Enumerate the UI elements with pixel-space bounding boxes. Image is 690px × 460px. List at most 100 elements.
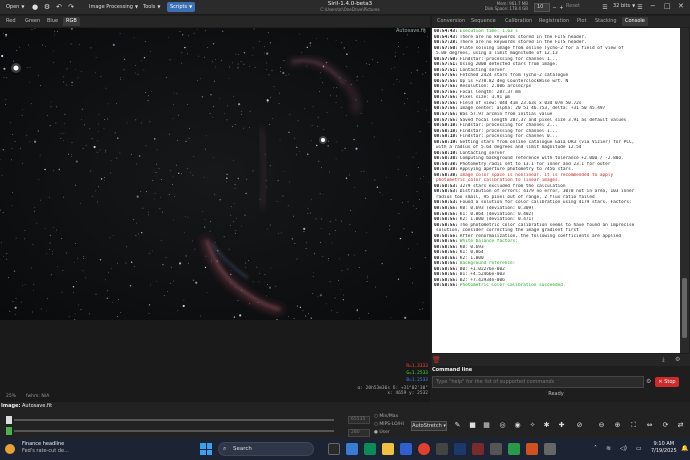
- tab-rgb[interactable]: RGB: [63, 17, 80, 26]
- notification-icon[interactable]: 🔔: [681, 445, 688, 452]
- tab-plot[interactable]: Plot: [574, 17, 589, 26]
- download-icon[interactable]: ⤓: [662, 356, 665, 364]
- wifi-icon[interactable]: ≋: [606, 445, 611, 452]
- minus-icon[interactable]: −: [551, 3, 558, 12]
- radio-mips[interactable]: ○ MIPS-LO/HI: [374, 422, 404, 427]
- app-icon-7[interactable]: [526, 443, 538, 455]
- star: [119, 152, 121, 154]
- scripts-menu[interactable]: Scripts ▼: [167, 2, 196, 12]
- app-icon-8[interactable]: [544, 443, 556, 455]
- high-slider[interactable]: [14, 419, 334, 421]
- radio-minmax[interactable]: ○ Min/Max: [374, 414, 398, 419]
- tab-blue[interactable]: Blue: [44, 17, 61, 26]
- star: [282, 71, 285, 75]
- tab-stacking[interactable]: Stacking: [592, 17, 620, 26]
- target-icon[interactable]: ◎: [497, 420, 508, 431]
- tab-registration[interactable]: Registration: [536, 17, 572, 26]
- console-message: There are no keywords stored in the FITS…: [459, 34, 587, 40]
- star: [182, 304, 185, 308]
- toggle-icon[interactable]: ⊘: [574, 420, 585, 431]
- app-icon-5[interactable]: [490, 443, 502, 455]
- news-widget[interactable]: Finance headline Fed's rate-cut de...: [22, 441, 69, 455]
- save-icon[interactable]: ●: [30, 2, 40, 12]
- image-processing-menu[interactable]: Image Processing ▼: [89, 2, 138, 12]
- tab-conversion[interactable]: Conversion: [434, 17, 468, 26]
- bit-depth-select[interactable]: 32 bits ▼: [613, 3, 635, 9]
- star: [189, 172, 191, 174]
- cross-icon[interactable]: ✚: [556, 420, 567, 431]
- taskbar-search[interactable]: ⌕ Search: [218, 442, 314, 456]
- high-value-input[interactable]: 65535: [348, 416, 370, 424]
- clear-log-icon[interactable]: 🗑: [432, 356, 441, 364]
- threads-spinner[interactable]: 10: [534, 3, 550, 12]
- maximize-icon[interactable]: □: [664, 2, 671, 10]
- task-view-icon[interactable]: [328, 443, 340, 455]
- image-viewer[interactable]: Autosave.fit: [0, 28, 430, 320]
- color-swatch-icon[interactable]: ■: [467, 420, 478, 431]
- minimize-icon[interactable]: −: [650, 2, 656, 10]
- command-input[interactable]: Type "help" for the list of supported co…: [432, 376, 644, 388]
- zoom-out-icon[interactable]: ⊖: [596, 420, 607, 431]
- console-timestamp: 08:54:43:: [434, 34, 458, 40]
- clock[interactable]: 9:10 AM 7/19/2025: [651, 441, 677, 455]
- star: [366, 277, 368, 279]
- news-widget-icon[interactable]: [5, 444, 15, 454]
- histogram-icon[interactable]: ▦: [481, 420, 492, 431]
- radio-user[interactable]: ● User: [374, 430, 390, 435]
- tab-console[interactable]: Console: [622, 17, 648, 26]
- chevron-up-icon[interactable]: ˄: [594, 445, 597, 452]
- app-icon-4[interactable]: [472, 443, 484, 455]
- console-log[interactable]: 08:54:43: Execution time: 1.63 s 08:54:43:…: [432, 28, 680, 353]
- star: [418, 101, 419, 103]
- edge-icon[interactable]: [364, 443, 376, 455]
- tools-menu[interactable]: Tools ▼: [143, 2, 160, 12]
- reset-button[interactable]: Reset: [566, 3, 580, 9]
- stop-button[interactable]: ✕ Stop: [655, 377, 679, 387]
- star: [288, 316, 289, 317]
- app-icon-1[interactable]: [346, 443, 358, 455]
- app-icon-3[interactable]: [436, 443, 448, 455]
- plus-icon[interactable]: +: [558, 3, 565, 12]
- app-icon-6[interactable]: [508, 443, 520, 455]
- console-scrollbar[interactable]: [680, 28, 689, 353]
- gear-icon[interactable]: ⚙: [42, 2, 52, 12]
- hamburger-menu-icon[interactable]: ☰: [600, 3, 610, 13]
- close-icon[interactable]: ✕: [678, 2, 684, 10]
- fit-icon[interactable]: ⛶: [628, 420, 639, 431]
- tab-sequence[interactable]: Sequence: [468, 17, 499, 26]
- star: [234, 188, 236, 189]
- star: [424, 257, 426, 259]
- open-button[interactable]: Open ▼: [6, 2, 24, 12]
- tab-red[interactable]: Red: [3, 17, 19, 26]
- autostretch-select[interactable]: AutoStretch ▾: [411, 421, 447, 431]
- star: [144, 41, 146, 42]
- zoom-in-icon[interactable]: ⊕: [612, 420, 623, 431]
- low-slider[interactable]: [14, 430, 334, 432]
- rotate-icon[interactable]: ⟳: [660, 420, 671, 431]
- gear-icon[interactable]: ⚙: [646, 378, 651, 385]
- tab-green[interactable]: Green: [22, 17, 43, 26]
- scrollbar-thumb[interactable]: [682, 278, 687, 338]
- compass-icon[interactable]: ✱: [541, 420, 552, 431]
- tab-calibration[interactable]: Calibration: [502, 17, 535, 26]
- settings-icon[interactable]: ⚙: [675, 356, 680, 363]
- redo-icon[interactable]: ↷: [66, 2, 76, 12]
- fit-width-icon[interactable]: ⇔: [644, 420, 655, 431]
- chrome-icon[interactable]: [418, 443, 430, 455]
- file-explorer-icon[interactable]: [382, 443, 394, 455]
- low-value-input[interactable]: 280: [348, 429, 370, 437]
- undo-icon[interactable]: ↶: [54, 2, 64, 12]
- star-icon[interactable]: ✧: [527, 420, 538, 431]
- flip-icon[interactable]: ⇄: [675, 420, 686, 431]
- console-message: Resolution: 2.006 arcsec/px: [459, 84, 532, 90]
- siril-icon[interactable]: [454, 443, 466, 455]
- menu-icon[interactable]: ☰: [635, 3, 645, 13]
- app-icon-2[interactable]: [400, 443, 412, 455]
- volume-icon[interactable]: ◁): [620, 445, 627, 452]
- battery-icon[interactable]: ▭: [636, 445, 642, 452]
- globe-icon[interactable]: ◉: [512, 420, 523, 431]
- brush-icon[interactable]: ✎: [452, 420, 463, 431]
- windows-start-icon[interactable]: [200, 443, 212, 455]
- low-slider-handle[interactable]: [6, 427, 12, 435]
- high-slider-handle[interactable]: [6, 416, 12, 424]
